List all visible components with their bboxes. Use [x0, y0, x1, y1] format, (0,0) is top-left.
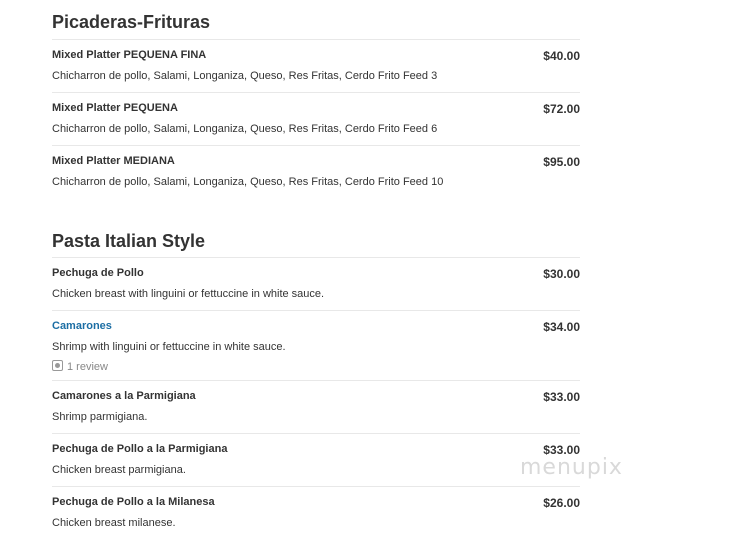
- menu-item: Mixed Platter PEQUENA FINA $40.00 Chicha…: [52, 39, 580, 82]
- item-description: Chicken breast with linguini or fettucci…: [52, 288, 325, 300]
- item-description: Shrimp with linguini or fettuccine in wh…: [52, 341, 286, 353]
- review-count: 1 review: [67, 361, 108, 373]
- item-price: $30.00: [543, 267, 580, 281]
- item-description: Chicken breast parmigiana.: [52, 464, 186, 476]
- menu-item: Pechuga de Pollo a la Milanesa $26.00 Ch…: [52, 486, 580, 529]
- item-price: $95.00: [543, 155, 580, 169]
- item-name-link[interactable]: Camarones: [52, 320, 112, 332]
- menu-item: Pechuga de Pollo $30.00 Chicken breast w…: [52, 257, 580, 300]
- item-name: Pechuga de Pollo: [52, 267, 144, 279]
- item-name: Pechuga de Pollo a la Milanesa: [52, 496, 215, 508]
- item-name: Mixed Platter MEDIANA: [52, 155, 175, 167]
- menu-item: Mixed Platter PEQUENA $72.00 Chicharron …: [52, 92, 580, 135]
- watermark: menupix: [520, 455, 623, 480]
- item-name: Mixed Platter PEQUENA: [52, 102, 178, 114]
- section-title: Picaderas-Frituras: [52, 12, 211, 32]
- menu-item: Mixed Platter MEDIANA $95.00 Chicharron …: [52, 145, 580, 188]
- item-description: Chicharron de pollo, Salami, Longaniza, …: [52, 176, 444, 188]
- item-price: $26.00: [543, 496, 580, 510]
- item-description: Chicharron de pollo, Salami, Longaniza, …: [52, 123, 438, 135]
- item-price: $34.00: [543, 320, 580, 334]
- item-description: Shrimp parmigiana.: [52, 411, 148, 423]
- item-price: $72.00: [543, 102, 580, 116]
- item-description: Chicharron de pollo, Salami, Longaniza, …: [52, 70, 438, 82]
- menu-item: Camarones $34.00 Shrimp with linguini or…: [52, 310, 580, 373]
- section-title: Pasta Italian Style: [52, 231, 206, 251]
- menu-item: Camarones a la Parmigiana $33.00 Shrimp …: [52, 380, 580, 423]
- item-description: Chicken breast milanese.: [52, 517, 176, 529]
- item-name: Mixed Platter PEQUENA FINA: [52, 49, 207, 61]
- review-link[interactable]: 1 review: [52, 360, 108, 373]
- item-name: Pechuga de Pollo a la Parmigiana: [52, 443, 228, 455]
- item-price: $33.00: [543, 390, 580, 404]
- item-name: Camarones a la Parmigiana: [52, 390, 196, 402]
- item-price: $40.00: [543, 49, 580, 63]
- menu-item: Pechuga de Pollo a la Parmigiana $33.00 …: [52, 433, 580, 476]
- review-icon: [52, 360, 63, 371]
